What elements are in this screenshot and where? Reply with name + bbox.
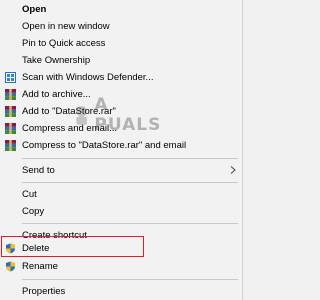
menu-item-label: Pin to Quick access [22,38,106,49]
delete-highlight-box [1,236,144,257]
uac-shield-icon [5,261,16,272]
menu-item-label: Add to archive... [22,89,91,100]
winrar-icon [5,123,16,134]
menu-item-label: Compress and email... [22,123,118,134]
menu-separator [22,279,238,280]
menu-item-label: Send to [22,165,55,176]
menu-item-label: Properties [22,286,66,297]
menu-item-send-to[interactable]: Send to [0,162,242,179]
winrar-icon [5,140,16,151]
menu-item-open-new-window[interactable]: Open in new window [0,18,242,35]
winrar-icon [5,89,16,100]
menu-item-label: Cut [22,189,37,200]
menu-item-label: Compress to "DataStore.rar" and email [22,140,187,151]
menu-item-label: Copy [22,206,45,217]
menu-item-properties[interactable]: Properties [0,283,242,300]
menu-separator [22,158,238,159]
menu-item-label: Open [22,4,47,15]
menu-item-rename[interactable]: Rename [0,258,242,275]
menu-separator [22,223,238,224]
windows-defender-icon [5,72,16,83]
menu-item-scan-defender[interactable]: Scan with Windows Defender... [0,69,242,86]
menu-item-compress-email[interactable]: Compress and email... [0,120,242,137]
menu-item-label: Scan with Windows Defender... [22,72,154,83]
menu-item-cut[interactable]: Cut [0,186,242,203]
menu-item-label: Take Ownership [22,55,91,66]
menu-item-pin-quick-access[interactable]: Pin to Quick access [0,35,242,52]
menu-item-compress-datastore-email[interactable]: Compress to "DataStore.rar" and email [0,137,242,154]
context-menu: Open Open in new window Pin to Quick acc… [0,0,243,300]
chevron-right-icon [230,166,236,174]
menu-item-open[interactable]: Open [0,1,242,18]
menu-item-label: Rename [22,261,58,272]
menu-item-add-archive[interactable]: Add to archive... [0,86,242,103]
menu-item-take-ownership[interactable]: Take Ownership [0,52,242,69]
menu-item-label: Open in new window [22,21,110,32]
menu-separator [22,182,238,183]
menu-item-add-datastore-rar[interactable]: Add to "DataStore.rar" [0,103,242,120]
winrar-icon [5,106,16,117]
menu-item-label: Add to "DataStore.rar" [22,106,116,117]
menu-item-copy[interactable]: Copy [0,203,242,220]
